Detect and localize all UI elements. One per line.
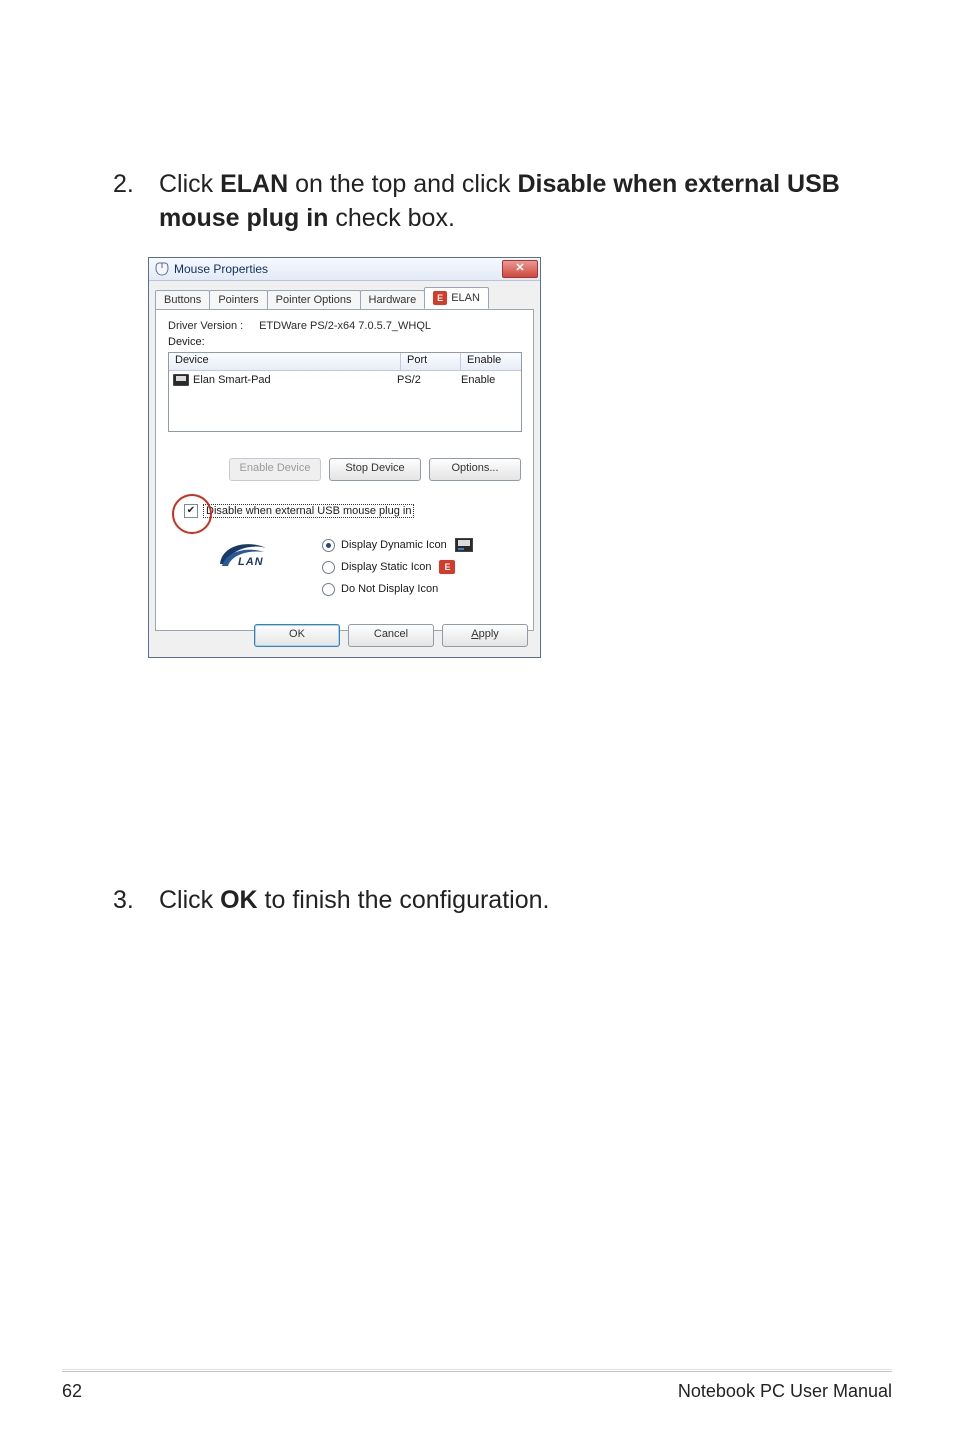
- static-tray-icon: E: [439, 560, 455, 574]
- driver-version-value: ETDWare PS/2-x64 7.0.5.7_WHQL: [259, 320, 431, 332]
- disable-external-usb-checkbox-row: ✔ Disable when external USB mouse plug i…: [184, 504, 414, 518]
- col-enable[interactable]: Enable: [461, 353, 521, 370]
- elan-logo-text: LAN: [238, 556, 264, 568]
- step-text: Click ELAN on the top and click Disable …: [159, 168, 855, 236]
- apply-button[interactable]: Apply: [442, 624, 528, 647]
- text-bold: OK: [220, 886, 258, 914]
- radio-static-label: Display Static Icon: [341, 561, 431, 573]
- options-button[interactable]: Options...: [429, 458, 521, 481]
- text-frag: Click: [159, 170, 220, 198]
- radio-display-static[interactable]: Display Static Icon E: [322, 556, 473, 578]
- tray-icon-radio-group: Display Dynamic Icon Display Static Icon…: [322, 534, 473, 600]
- tab-pointers[interactable]: Pointers: [209, 290, 267, 309]
- radio-static-input[interactable]: [322, 561, 335, 574]
- text-bold: ELAN: [220, 170, 288, 198]
- tab-panel-elan: Driver Version : ETDWare PS/2-x64 7.0.5.…: [155, 309, 534, 631]
- elan-logo: LAN: [216, 538, 278, 578]
- cell-device-text: Elan Smart-Pad: [193, 374, 271, 386]
- elan-icon: E: [433, 291, 447, 305]
- window-title: Mouse Properties: [174, 262, 268, 276]
- cell-port: PS/2: [391, 374, 457, 386]
- radio-display-dynamic[interactable]: Display Dynamic Icon: [322, 534, 473, 556]
- text-frag: check box.: [328, 204, 454, 232]
- ok-button[interactable]: OK: [254, 624, 340, 647]
- dynamic-tray-icon: [455, 538, 473, 552]
- tab-buttons[interactable]: Buttons: [155, 290, 210, 309]
- cancel-button[interactable]: Cancel: [348, 624, 434, 647]
- device-button-row: Enable Device Stop Device Options...: [168, 458, 521, 481]
- disable-external-usb-checkbox[interactable]: ✔: [184, 504, 198, 518]
- radio-none-label: Do Not Display Icon: [341, 583, 438, 595]
- touchpad-icon: [173, 374, 189, 386]
- radio-do-not-display[interactable]: Do Not Display Icon: [322, 578, 473, 600]
- text-frag: on the top and click: [288, 170, 517, 198]
- radio-none-input[interactable]: [322, 583, 335, 596]
- col-port[interactable]: Port: [401, 353, 461, 370]
- device-table: Device Port Enable Elan Smart-Pad PS/2 E…: [168, 352, 522, 432]
- radio-dynamic-input[interactable]: [322, 539, 335, 552]
- step-2: 2. Click ELAN on the top and click Disab…: [115, 168, 855, 236]
- cell-enable: Enable: [457, 374, 521, 386]
- page-footer: 62 Notebook PC User Manual: [62, 1381, 892, 1402]
- radio-dynamic-label: Display Dynamic Icon: [341, 539, 447, 551]
- titlebar[interactable]: Mouse Properties ✕: [149, 258, 540, 281]
- tab-hardware[interactable]: Hardware: [360, 290, 426, 309]
- page-number: 62: [62, 1381, 82, 1402]
- enable-device-button: Enable Device: [229, 458, 321, 481]
- dialog-footer-buttons: OK Cancel Apply: [254, 624, 528, 647]
- step-text: Click OK to finish the configuration.: [159, 884, 855, 918]
- table-row[interactable]: Elan Smart-Pad PS/2 Enable: [169, 371, 521, 389]
- mouse-icon: [155, 262, 169, 276]
- driver-version-line: Driver Version : ETDWare PS/2-x64 7.0.5.…: [168, 320, 521, 332]
- disable-external-usb-label[interactable]: Disable when external USB mouse plug in: [203, 504, 414, 518]
- tab-pointer-options[interactable]: Pointer Options: [267, 290, 361, 309]
- col-device[interactable]: Device: [169, 353, 401, 370]
- text-frag: to finish the configuration.: [258, 886, 550, 914]
- footer-divider: [62, 1369, 892, 1372]
- tab-strip: Buttons Pointers Pointer Options Hardwar…: [149, 281, 540, 309]
- table-header: Device Port Enable: [169, 353, 521, 371]
- step-3: 3. Click OK to finish the configuration.: [115, 884, 855, 918]
- stop-device-button[interactable]: Stop Device: [329, 458, 421, 481]
- driver-version-label: Driver Version :: [168, 320, 256, 332]
- text-frag: Click: [159, 886, 220, 914]
- manual-title: Notebook PC User Manual: [678, 1381, 892, 1402]
- mouse-properties-dialog: Mouse Properties ✕ Buttons Pointers Poin…: [148, 257, 541, 658]
- device-label: Device:: [168, 336, 521, 348]
- close-button[interactable]: ✕: [502, 260, 538, 278]
- tab-elan-label: ELAN: [451, 292, 480, 304]
- apply-rest: pply: [479, 628, 499, 640]
- cell-device: Elan Smart-Pad: [169, 374, 391, 386]
- step-number: 3.: [113, 884, 134, 918]
- apply-mnemonic: A: [471, 628, 478, 640]
- tab-elan[interactable]: E ELAN: [424, 287, 489, 309]
- step-number: 2.: [113, 168, 134, 202]
